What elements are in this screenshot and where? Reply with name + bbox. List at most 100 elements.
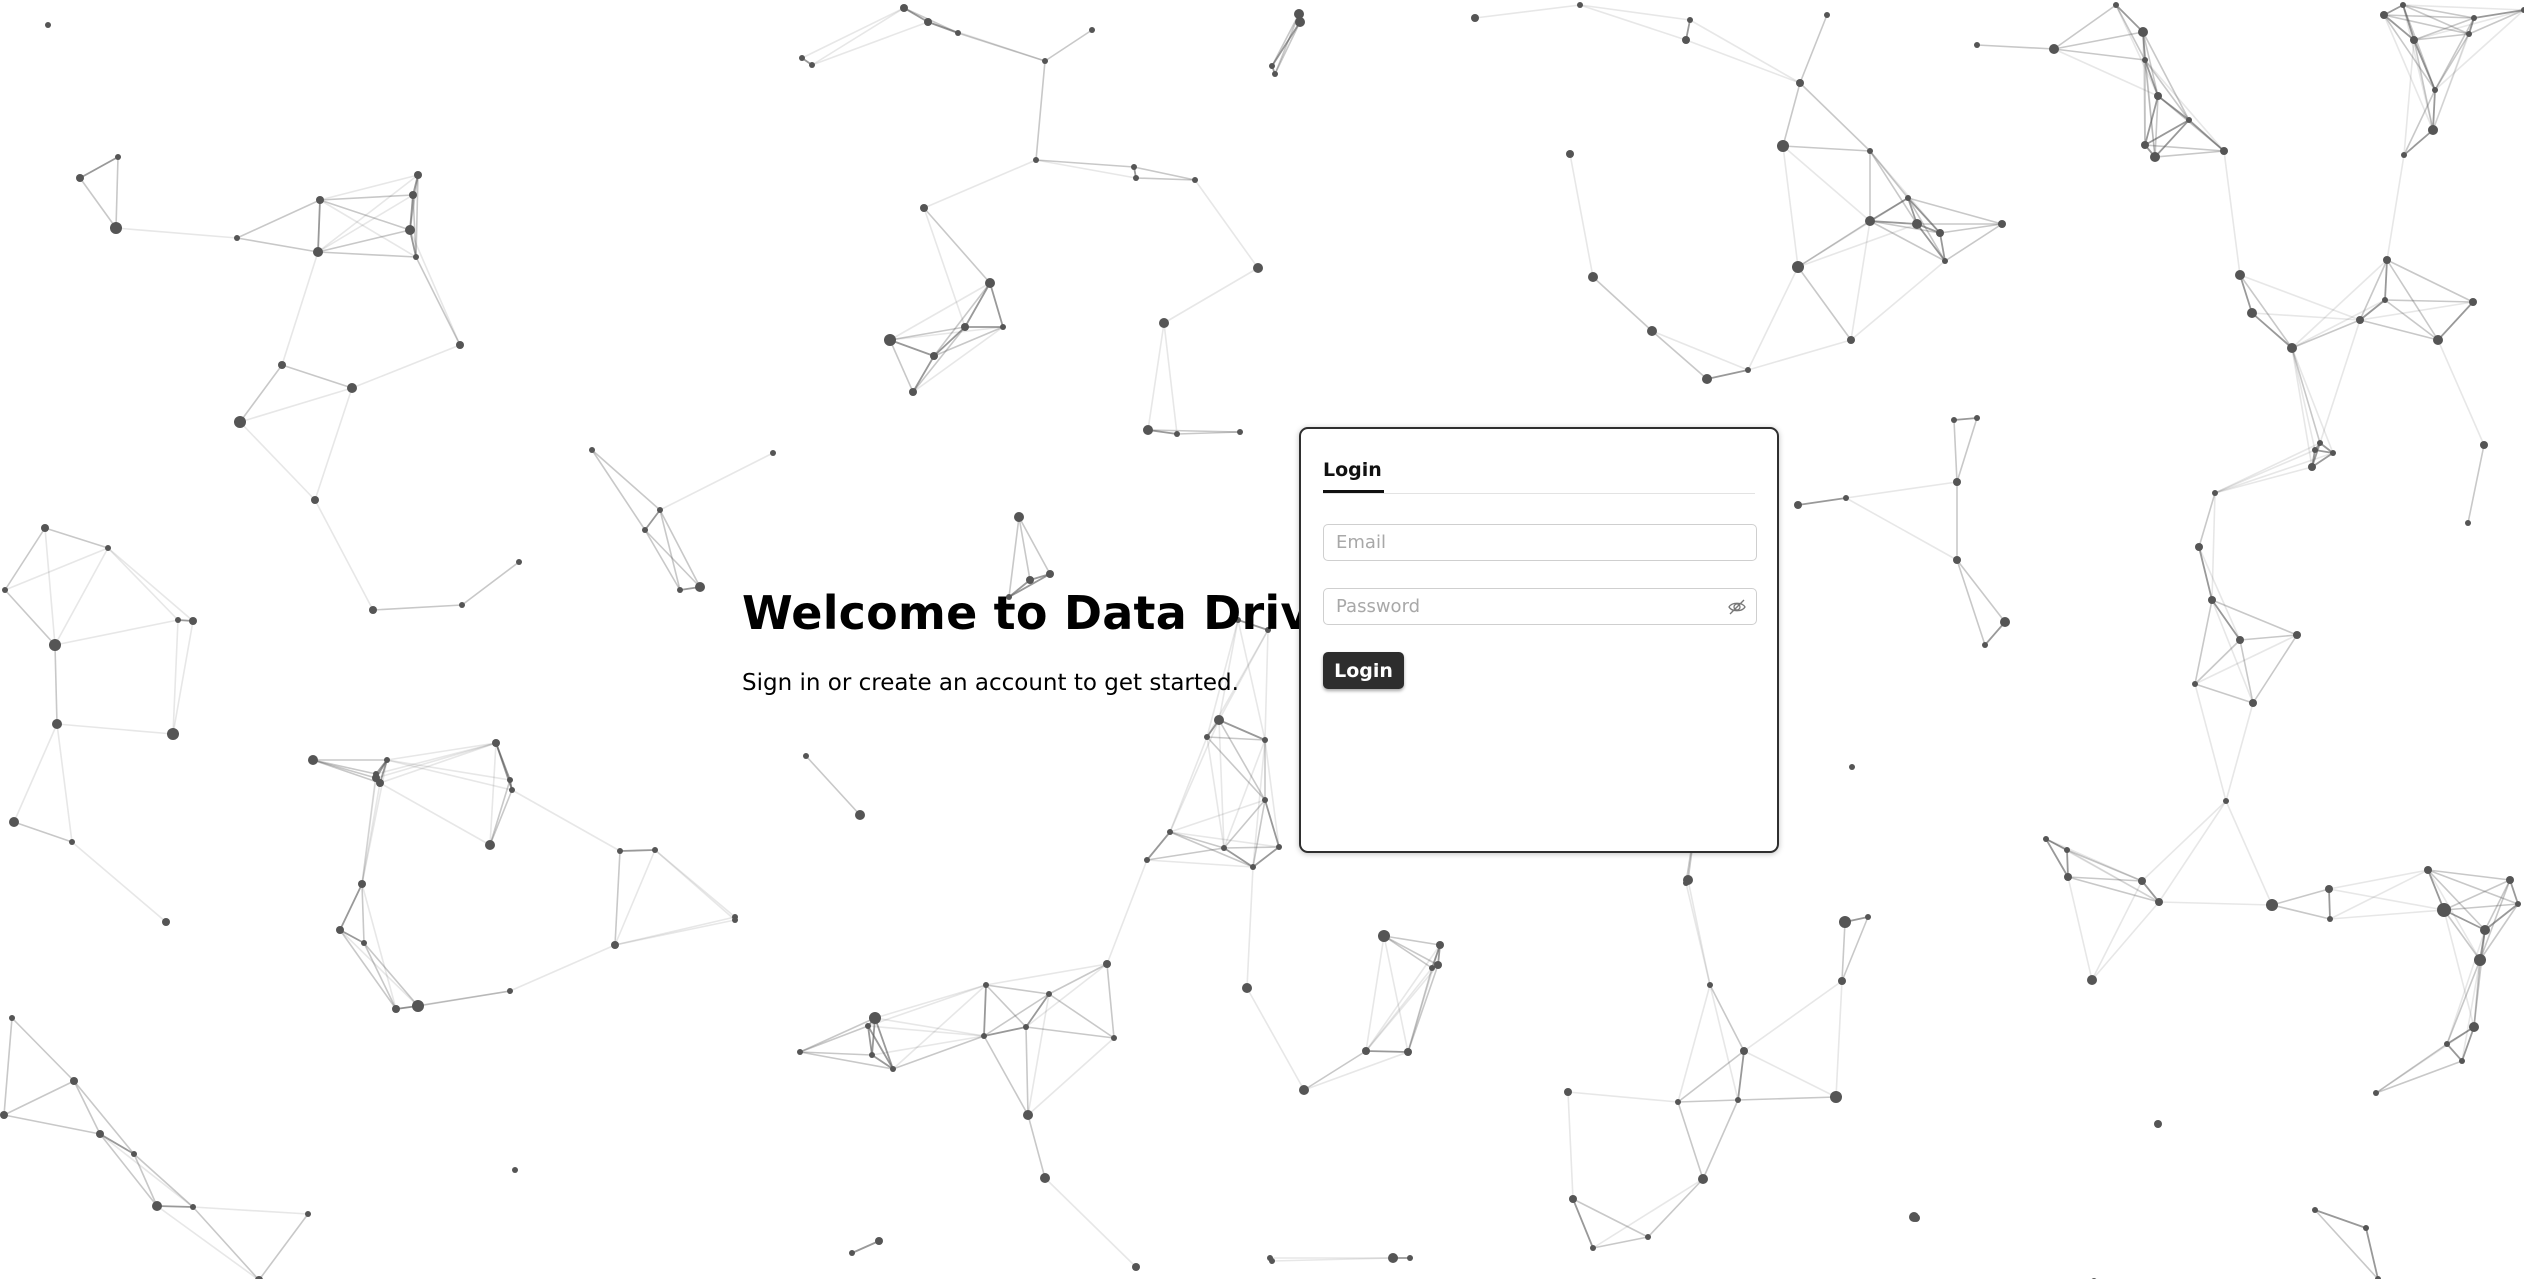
login-card: Login Login	[1299, 427, 1779, 853]
network-link	[1782, 145, 1799, 268]
network-node	[1026, 576, 1034, 584]
network-link	[56, 723, 73, 843]
network-node	[1675, 1099, 1681, 1105]
network-link	[2461, 959, 2481, 1062]
network-node	[2235, 270, 2245, 280]
network-node	[509, 787, 515, 793]
network-node	[278, 361, 286, 369]
network-node	[695, 582, 705, 592]
network-node	[1564, 1088, 1572, 1096]
network-node	[1698, 1174, 1708, 1184]
network-link	[107, 547, 194, 622]
network-link	[1782, 82, 1801, 147]
network-link	[1743, 1050, 1837, 1098]
network-node	[311, 496, 319, 504]
network-link	[1737, 1050, 1745, 1101]
network-node	[2401, 152, 2407, 158]
auth-tabs: Login	[1323, 457, 1755, 494]
network-node	[1707, 982, 1713, 988]
network-node	[1262, 737, 1268, 743]
network-link	[1146, 831, 1171, 861]
network-link	[56, 723, 174, 735]
network-link	[99, 1133, 158, 1207]
tab-login[interactable]: Login	[1323, 457, 1384, 493]
network-node	[76, 174, 84, 182]
network-link	[2154, 150, 2225, 158]
network-node	[1847, 336, 1855, 344]
network-node	[2383, 256, 2391, 264]
network-link	[1797, 497, 1847, 506]
network-link	[4, 527, 46, 591]
network-node	[2437, 903, 2451, 917]
network-link	[317, 199, 321, 253]
network-node	[361, 940, 367, 946]
email-input[interactable]	[1324, 525, 1756, 560]
network-node	[1953, 478, 1961, 486]
network-link	[1685, 39, 1801, 84]
network-node	[797, 1049, 803, 1055]
network-node	[492, 739, 500, 747]
network-link	[983, 984, 987, 1037]
network-link	[2473, 959, 2481, 1028]
network-link	[614, 849, 656, 946]
network-node	[1683, 880, 1689, 886]
network-link	[2194, 599, 2213, 685]
network-node	[1023, 1110, 1033, 1120]
network-node	[809, 62, 815, 68]
network-node	[70, 1077, 78, 1085]
network-link	[1956, 559, 1986, 646]
network-link	[2194, 683, 2254, 704]
network-node	[2142, 57, 2148, 63]
network-link	[361, 782, 381, 885]
network-node	[1269, 63, 1275, 69]
network-node	[152, 1201, 162, 1211]
network-node	[190, 1204, 196, 1210]
network-node	[131, 1151, 137, 1157]
network-link	[985, 963, 1108, 986]
network-node	[909, 388, 917, 396]
network-link	[236, 199, 321, 239]
network-link	[317, 251, 417, 258]
network-node	[2466, 31, 2472, 37]
network-node	[2312, 447, 2318, 453]
network-node	[1865, 216, 1875, 226]
network-node	[1974, 42, 1980, 48]
network-node	[2049, 44, 2059, 54]
network-node	[1046, 570, 1054, 578]
network-link	[1169, 736, 1208, 833]
network-node	[2433, 335, 2443, 345]
network-node	[770, 450, 776, 456]
network-link	[1689, 19, 1801, 84]
network-link	[2158, 901, 2273, 906]
network-node	[869, 1052, 875, 1058]
network-link	[417, 990, 511, 1007]
network-node	[1566, 150, 1574, 158]
network-node	[2223, 798, 2229, 804]
network-node	[2154, 92, 2162, 100]
network-link	[461, 561, 520, 606]
network-node	[1143, 425, 1153, 435]
network-link	[79, 177, 117, 229]
network-node	[2064, 847, 2070, 853]
network-link	[1147, 322, 1165, 431]
password-input[interactable]	[1324, 589, 1756, 624]
network-node	[1000, 324, 1006, 330]
network-link	[13, 723, 58, 823]
network-link	[1956, 559, 2006, 623]
network-link	[614, 919, 736, 946]
network-node	[1436, 941, 1444, 949]
network-link	[1176, 431, 1241, 435]
network-node	[1830, 1091, 1842, 1103]
network-node	[1046, 991, 1052, 997]
network-node	[1299, 1085, 1309, 1095]
network-link	[4, 589, 56, 646]
network-node	[875, 1237, 883, 1245]
network-node	[2141, 141, 2149, 149]
network-node	[2087, 975, 2097, 985]
network-link	[258, 1213, 309, 1279]
login-button[interactable]: Login	[1323, 652, 1404, 689]
eye-off-icon[interactable]	[1727, 597, 1747, 617]
network-node	[2400, 2, 2406, 8]
network-link	[2239, 639, 2254, 704]
network-node	[167, 728, 179, 740]
